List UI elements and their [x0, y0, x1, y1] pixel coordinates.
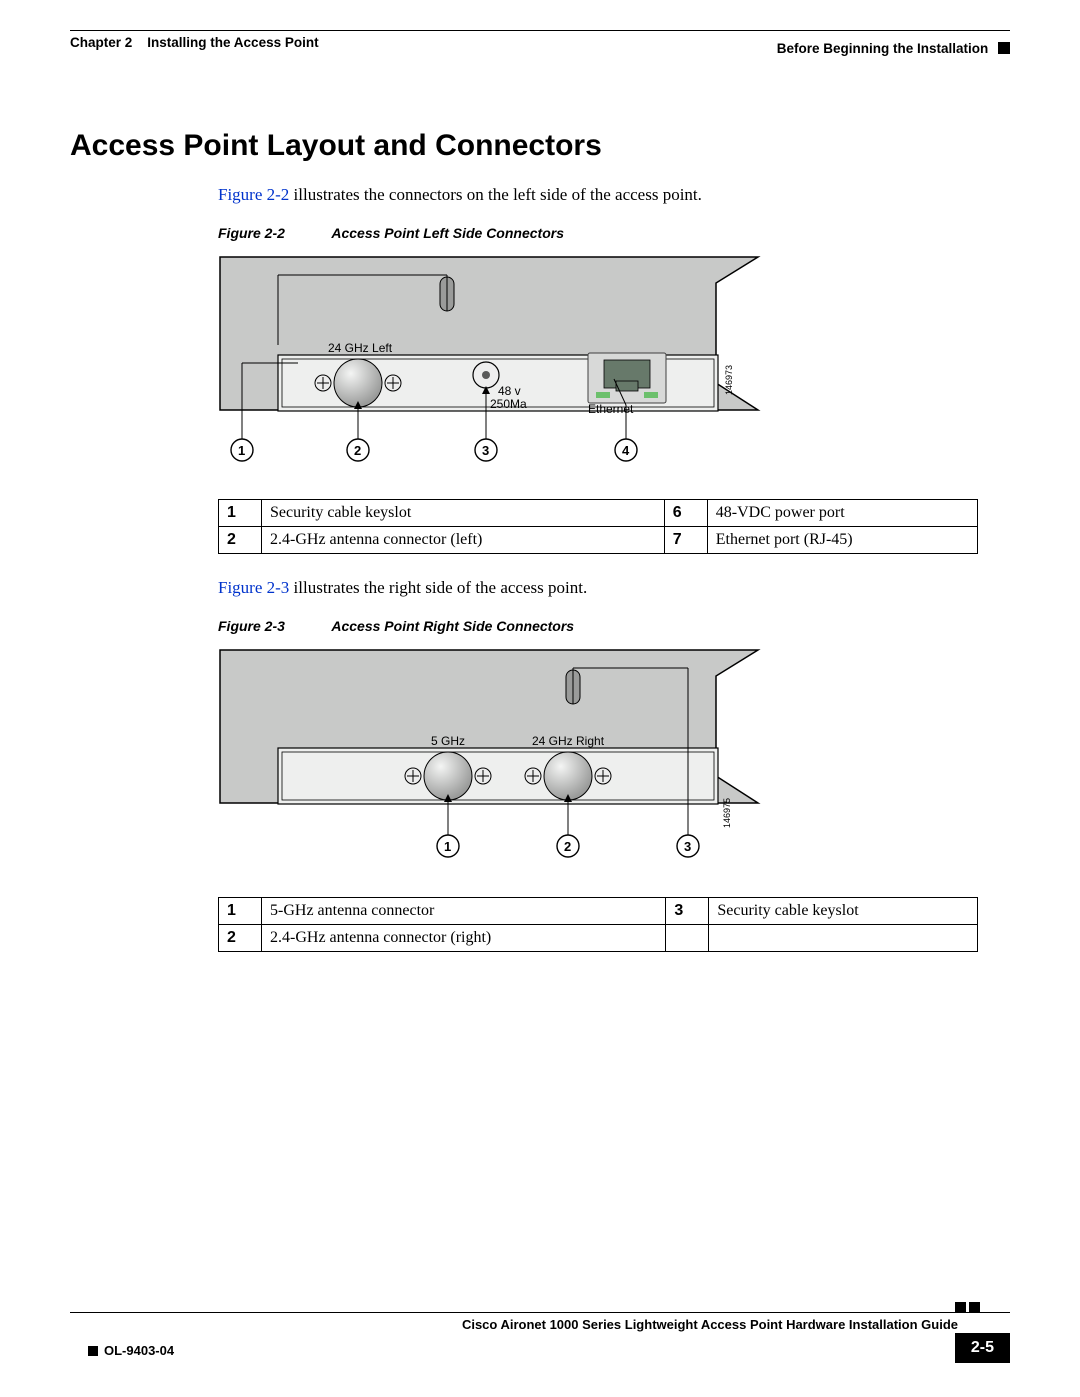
intro-paragraph-2: Figure 2-3 illustrates the right side of…	[70, 578, 1010, 598]
svg-text:1: 1	[444, 839, 451, 854]
svg-text:2: 2	[564, 839, 571, 854]
ethernet-label: Ethernet	[588, 402, 634, 416]
figure-title-2: Access Point Right Side Connectors	[331, 618, 574, 634]
table-row: 2 2.4-GHz antenna connector (left) 7 Eth…	[219, 527, 978, 554]
figure-caption-1: Figure 2-2 Access Point Left Side Connec…	[70, 225, 1010, 241]
antenna-label: 24 GHz Left	[328, 341, 393, 355]
intro-text-2: illustrates the right side of the access…	[289, 578, 587, 597]
label-5ghz: 5 GHz	[431, 734, 465, 748]
chapter-title: Installing the Access Point	[147, 35, 318, 50]
section-name: Before Beginning the Installation	[777, 41, 989, 56]
section-heading: Access Point Layout and Connectors	[70, 129, 1010, 163]
header-marker-icon	[998, 42, 1010, 54]
svg-text:2: 2	[354, 443, 361, 458]
key-table-2: 1 5-GHz antenna connector 3 Security cab…	[218, 897, 978, 952]
figure-number-2: Figure 2-3	[218, 618, 328, 634]
figure-number-1: Figure 2-2	[218, 225, 328, 241]
intro-paragraph-1: Figure 2-2 illustrates the connectors on…	[70, 185, 1010, 205]
footer-marker-icon	[952, 1300, 980, 1318]
key-table-1: 1 Security cable keyslot 6 48-VDC power …	[218, 499, 978, 554]
image-id-2: 146975	[722, 798, 732, 828]
footer-doc-num: OL-9403-04	[70, 1343, 174, 1358]
page-header: Chapter 2 Installing the Access Point Be…	[70, 30, 1010, 79]
footer-doc-title: Cisco Aironet 1000 Series Lightweight Ac…	[70, 1313, 1010, 1332]
figure-caption-2: Figure 2-3 Access Point Right Side Conne…	[70, 618, 1010, 634]
figure-1: 24 GHz Left 48 v250Ma Ethernet	[218, 255, 1010, 475]
label-24ghz: 24 GHz Right	[532, 734, 605, 748]
table-row: 1 5-GHz antenna connector 3 Security cab…	[219, 898, 978, 925]
intro-text-1: illustrates the connectors on the left s…	[289, 185, 702, 204]
svg-text:3: 3	[684, 839, 691, 854]
figure-link-2[interactable]: Figure 2-3	[218, 578, 289, 597]
table-row: 2 2.4-GHz antenna connector (right)	[219, 925, 978, 952]
figure-link-1[interactable]: Figure 2-2	[218, 185, 289, 204]
chapter-number: Chapter 2	[70, 35, 132, 50]
page-number: 2-5	[955, 1333, 1010, 1363]
footer-left-marker-icon	[88, 1346, 98, 1356]
image-id-1: 146973	[724, 365, 734, 395]
figure-title-1: Access Point Left Side Connectors	[331, 225, 564, 241]
header-chapter: Chapter 2 Installing the Access Point	[70, 35, 319, 50]
svg-text:1: 1	[238, 443, 245, 458]
svg-text:4: 4	[622, 443, 630, 458]
figure-2: 5 GHz 24 GHz Right 146975 1 2 3	[218, 648, 1010, 873]
table-row: 1 Security cable keyslot 6 48-VDC power …	[219, 500, 978, 527]
svg-text:3: 3	[482, 443, 489, 458]
page-footer: Cisco Aironet 1000 Series Lightweight Ac…	[70, 1312, 1010, 1371]
header-section: Before Beginning the Installation	[777, 35, 1010, 62]
